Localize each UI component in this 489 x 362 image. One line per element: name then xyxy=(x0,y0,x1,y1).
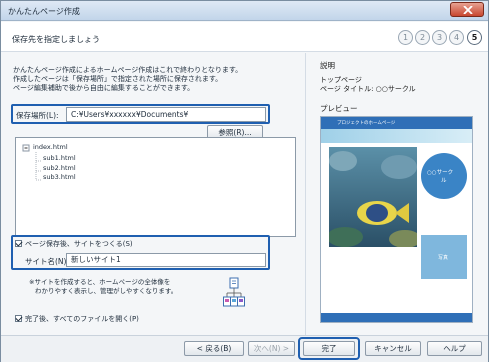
close-icon xyxy=(463,6,473,14)
preview-circle-text: ル xyxy=(441,178,447,184)
description-line: 作成したページは「保存場所」で指定された場所に保存されます。 xyxy=(13,75,223,83)
page-heading: 保存先を指定しましょう xyxy=(12,35,100,44)
description-line: かんたんページ作成によるホームページ作成はこれで終わりとなります。 xyxy=(13,66,243,74)
save-location-label: 保存場所(L): xyxy=(16,111,59,120)
title-bar: かんたんページ作成 xyxy=(1,1,488,21)
wizard-window: かんたんページ作成 保存先を指定しましょう 1 2 3 4 5 かんたんページ作… xyxy=(0,0,489,362)
close-button[interactable] xyxy=(450,2,484,17)
step-2: 2 xyxy=(415,30,430,45)
window-title: かんたんページ作成 xyxy=(8,7,80,16)
step-3: 3 xyxy=(432,30,447,45)
step-5-current: 5 xyxy=(467,30,482,45)
page-preview: プロジェクトのホームページ ○○サーク ル 写真 xyxy=(320,116,473,323)
checkbox-icon xyxy=(15,315,22,322)
preview-banner xyxy=(321,129,472,143)
tree-node[interactable]: sub3.html xyxy=(43,173,76,181)
create-site-label: ページ保存後、サイトをつくる(S) xyxy=(25,240,133,248)
cancel-button[interactable]: キャンセル xyxy=(365,341,421,356)
site-info-line: わかりやすく表示し、管理がしやすくなります。 xyxy=(35,287,178,295)
site-info: ※サイトを作成すると、ホームページの全体像を わかりやすく表示し、管理がしやすく… xyxy=(29,278,177,296)
explanation: トップページ ページ タイトル: ○○サークル xyxy=(320,76,416,94)
button-bar: < 戻る(B) 次へ(N) > 完了 キャンセル ヘルプ xyxy=(1,335,488,362)
wizard-header: 保存先を指定しましょう 1 2 3 4 5 xyxy=(1,22,488,52)
description-line: ページ編集補助で後から自由に編集することができます。 xyxy=(13,84,195,92)
open-all-files-label: 完了後、すべてのファイルを開く(P) xyxy=(25,315,139,323)
site-name-label: サイト名(N): xyxy=(25,257,69,266)
file-tree: index.html sub1.html sub2.html sub3.html xyxy=(15,137,296,237)
step-4: 4 xyxy=(449,30,464,45)
open-all-files-checkbox[interactable]: 完了後、すべてのファイルを開く(P) xyxy=(15,314,139,324)
create-site-checkbox[interactable]: ページ保存後、サイトをつくる(S) xyxy=(15,239,133,249)
preview-photo-box-text: 写真 xyxy=(438,255,449,261)
tree-node-root[interactable]: index.html xyxy=(33,143,68,151)
settings-panel: かんたんページ作成によるホームページ作成はこれで終わりとなります。 作成したペー… xyxy=(1,53,304,335)
tree-lines xyxy=(22,144,41,181)
site-name-input[interactable]: 新しいサイト1 xyxy=(66,253,266,267)
preview-footer-bar xyxy=(321,313,472,322)
preview-photo xyxy=(329,147,417,247)
site-structure-icon xyxy=(223,277,245,307)
tree-node[interactable]: sub1.html xyxy=(43,154,76,162)
preview-label: プレビュー xyxy=(320,104,358,113)
finish-button[interactable]: 完了 xyxy=(303,341,355,356)
next-button[interactable]: 次へ(N) > xyxy=(248,341,295,356)
back-button[interactable]: < 戻る(B) xyxy=(184,341,244,356)
checkbox-icon xyxy=(15,240,22,247)
explanation-line: トップページ xyxy=(320,76,362,84)
explanation-title: 説明 xyxy=(320,61,335,70)
info-panel: 説明 トップページ ページ タイトル: ○○サークル プレビュー プロジェクトの… xyxy=(305,53,488,335)
description: かんたんページ作成によるホームページ作成はこれで終わりとなります。 作成したペー… xyxy=(13,66,293,93)
site-info-line: ※サイトを作成すると、ホームページの全体像を xyxy=(29,278,171,286)
preview-circle-text: ○○サーク xyxy=(427,170,454,176)
tree-node[interactable]: sub2.html xyxy=(43,164,76,172)
explanation-line: ページ タイトル: ○○サークル xyxy=(320,85,416,93)
save-location-input[interactable]: C:¥Users¥xxxxxx¥Documents¥ xyxy=(66,107,266,122)
help-button[interactable]: ヘルプ xyxy=(427,341,482,356)
preview-site-header: プロジェクトのホームページ xyxy=(337,121,396,126)
step-1: 1 xyxy=(398,30,413,45)
